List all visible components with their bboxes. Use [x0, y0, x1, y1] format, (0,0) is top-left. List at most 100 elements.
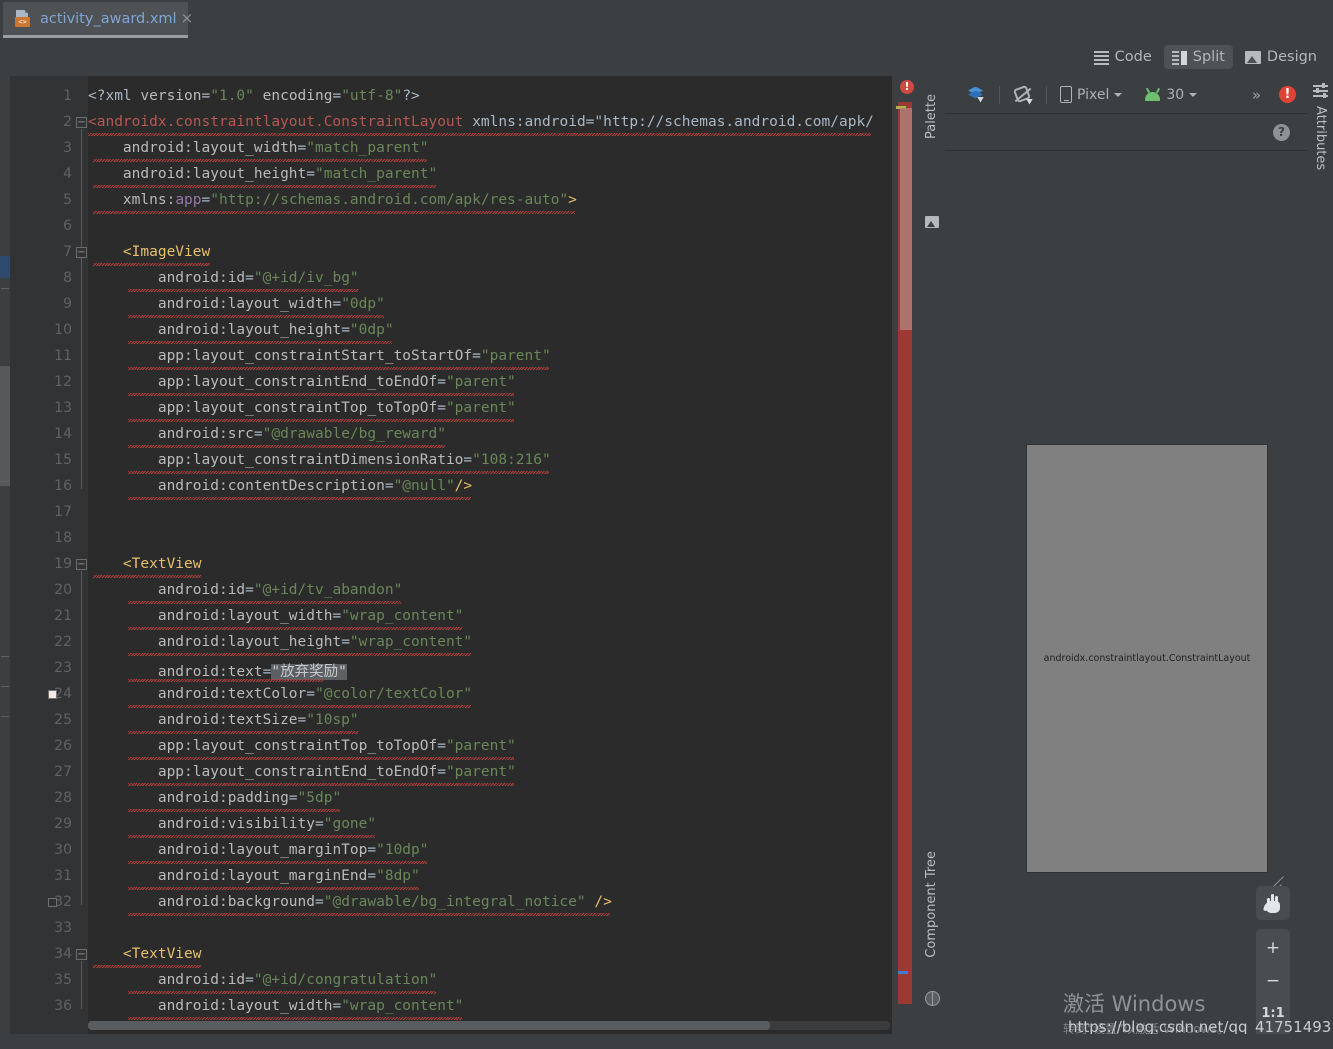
code-line[interactable]: app:layout_constraintTop_toTopOf="parent… [88, 400, 516, 416]
code-line[interactable]: <ImageView [88, 244, 210, 260]
editor-tab-activity-award-xml[interactable]: <> activity_award.xml × [3, 2, 193, 38]
code-line[interactable]: android:id="@+id/congratulation" [88, 972, 437, 988]
error-squiggle [92, 211, 576, 214]
toolbar-overflow-button[interactable]: » [1252, 86, 1261, 104]
error-squiggle [127, 289, 358, 292]
attributes-tool-label[interactable]: Attributes [1313, 106, 1328, 170]
error-squiggle [127, 731, 358, 734]
code-line[interactable]: android:layout_width="wrap_content" [88, 608, 464, 624]
view-options-button[interactable] [959, 84, 993, 106]
code-text-area[interactable]: <?xml version="1.0" encoding="utf-8"?> <a… [88, 76, 892, 1034]
color-preview-swatch[interactable] [48, 690, 57, 699]
line-number: 13 [54, 400, 72, 416]
code-line[interactable]: android:textSize="10sp" [88, 712, 359, 728]
api-level-selector[interactable]: 30 [1137, 85, 1204, 105]
help-icon[interactable]: ? [1273, 124, 1290, 141]
code-line[interactable]: android:background="@drawable/bg_integra… [88, 894, 612, 910]
code-line[interactable]: android:layout_height="wrap_content" [88, 634, 472, 650]
code-line[interactable]: android:textColor="@color/textColor" [88, 686, 472, 702]
tab-code[interactable]: Code [1086, 45, 1160, 69]
code-line[interactable]: app:layout_constraintDimensionRatio="108… [88, 452, 551, 468]
close-icon[interactable]: × [177, 11, 198, 26]
error-squiggle [92, 159, 428, 162]
code-line[interactable]: android:layout_marginEnd="8dp" [88, 868, 420, 884]
fold-toggle[interactable]: − [76, 949, 87, 960]
design-canvas[interactable]: androidx.constraintlayout.ConstraintLayo… [945, 152, 1308, 1049]
palette-tool-label[interactable]: Palette [924, 94, 939, 139]
code-line[interactable]: android:layout_marginTop="10dp" [88, 842, 429, 858]
error-squiggle [127, 315, 384, 318]
error-squiggle [127, 861, 428, 864]
error-squiggle [127, 991, 436, 994]
code-line[interactable]: app:layout_constraintTop_toTopOf="parent… [88, 738, 516, 754]
code-line[interactable]: android:text="放弃奖励" [88, 660, 347, 681]
code-line[interactable]: android:layout_width="match_parent" [88, 140, 429, 156]
line-number: 6 [63, 218, 72, 234]
error-squiggle [127, 835, 376, 838]
fold-toggle[interactable]: − [76, 559, 87, 570]
tab-split[interactable]: Split [1163, 45, 1233, 69]
code-line[interactable]: android:layout_height="0dp" [88, 322, 394, 338]
zoom-out-button[interactable]: − [1256, 964, 1290, 997]
line-number: 21 [54, 608, 72, 624]
code-line[interactable]: <TextView [88, 946, 202, 962]
device-selector[interactable]: Pixel [1053, 84, 1129, 105]
fold-toggle[interactable]: − [76, 117, 87, 128]
pan-tool-button[interactable] [1256, 886, 1290, 920]
code-line[interactable]: android:layout_width="wrap_content" [88, 998, 464, 1014]
code-line[interactable]: <?xml version="1.0" encoding="utf-8"?> [88, 88, 420, 104]
design-preview-panel: Palette Component Tree Pixel 30 » ! ? an… [920, 76, 1333, 1049]
palette-icon[interactable] [925, 216, 939, 228]
design-surface-toolbar: Pixel 30 » ! [945, 76, 1308, 114]
code-line[interactable]: android:layout_width="0dp" [88, 296, 385, 312]
chevron-down-icon-2 [1189, 92, 1198, 97]
error-squiggle [92, 965, 202, 968]
code-line[interactable]: android:id="@+id/tv_abandon" [88, 582, 402, 598]
error-count-badge[interactable]: ! [900, 80, 914, 94]
line-number: 36 [54, 998, 72, 1014]
line-number: 11 [54, 348, 72, 364]
error-squiggle [127, 809, 341, 812]
code-line[interactable]: <TextView [88, 556, 202, 572]
code-line[interactable]: app:layout_constraintEnd_toEndOf="parent… [88, 374, 516, 390]
fold-region-line [81, 571, 82, 905]
code-line[interactable]: android:layout_height="match_parent" [88, 166, 437, 182]
attributes-icon[interactable] [1313, 83, 1328, 98]
code-line[interactable]: app:layout_constraintStart_toStartOf="pa… [88, 348, 551, 364]
code-line[interactable]: app:layout_constraintEnd_toEndOf="parent… [88, 764, 516, 780]
line-number: 14 [54, 426, 72, 442]
code-line[interactable]: <androidx.constraintlayout.ConstraintLay… [88, 114, 874, 130]
fold-region-line [81, 961, 82, 1009]
fold-toggle[interactable]: − [76, 247, 87, 258]
tab-design[interactable]: Design [1237, 45, 1325, 69]
zoom-in-button[interactable]: + [1256, 931, 1290, 964]
line-number: 20 [54, 582, 72, 598]
error-squiggle [92, 575, 202, 578]
code-line[interactable]: android:id="@+id/iv_bg" [88, 270, 359, 286]
design-error-badge[interactable]: ! [1279, 86, 1296, 103]
line-number: 7 [63, 244, 72, 260]
error-squiggle [92, 263, 210, 266]
editor-vertical-scrollbar-thumb[interactable] [900, 108, 912, 330]
design-label: Design [1266, 49, 1317, 65]
code-line[interactable]: android:src="@drawable/bg_reward" [88, 426, 446, 442]
editor-horizontal-scrollbar-thumb[interactable] [88, 1021, 770, 1030]
drawable-preview-swatch[interactable] [48, 898, 57, 907]
globe-icon[interactable] [925, 990, 940, 1006]
xml-code-editor[interactable]: 1 2 3 4 5 6 7 8 9 10 11 12 13 14 15 16 17 18 19 20 21 22 23 24 2… [0, 76, 920, 1034]
code-line[interactable]: xmlns:app="http://schemas.android.com/ap… [88, 192, 577, 208]
orientation-button[interactable] [1006, 83, 1040, 107]
api-level: 30 [1166, 86, 1185, 103]
error-squiggle [127, 601, 402, 604]
device-preview[interactable]: androidx.constraintlayout.ConstraintLayo… [1027, 445, 1267, 872]
code-line[interactable]: android:padding="5dp" [88, 790, 341, 806]
editor-error-stripe[interactable]: ! [892, 76, 920, 1034]
line-number: 12 [54, 374, 72, 390]
component-tree-tool-label[interactable]: Component Tree [924, 851, 939, 958]
code-line[interactable]: android:contentDescription="@null"/> [88, 478, 472, 494]
error-squiggle [92, 185, 436, 188]
design-issue-bar: ? [945, 115, 1308, 151]
rotate-device-icon [1013, 84, 1033, 105]
design-left-toolwindow-strip: Palette Component Tree [920, 76, 945, 1034]
code-line[interactable]: android:visibility="gone" [88, 816, 376, 832]
